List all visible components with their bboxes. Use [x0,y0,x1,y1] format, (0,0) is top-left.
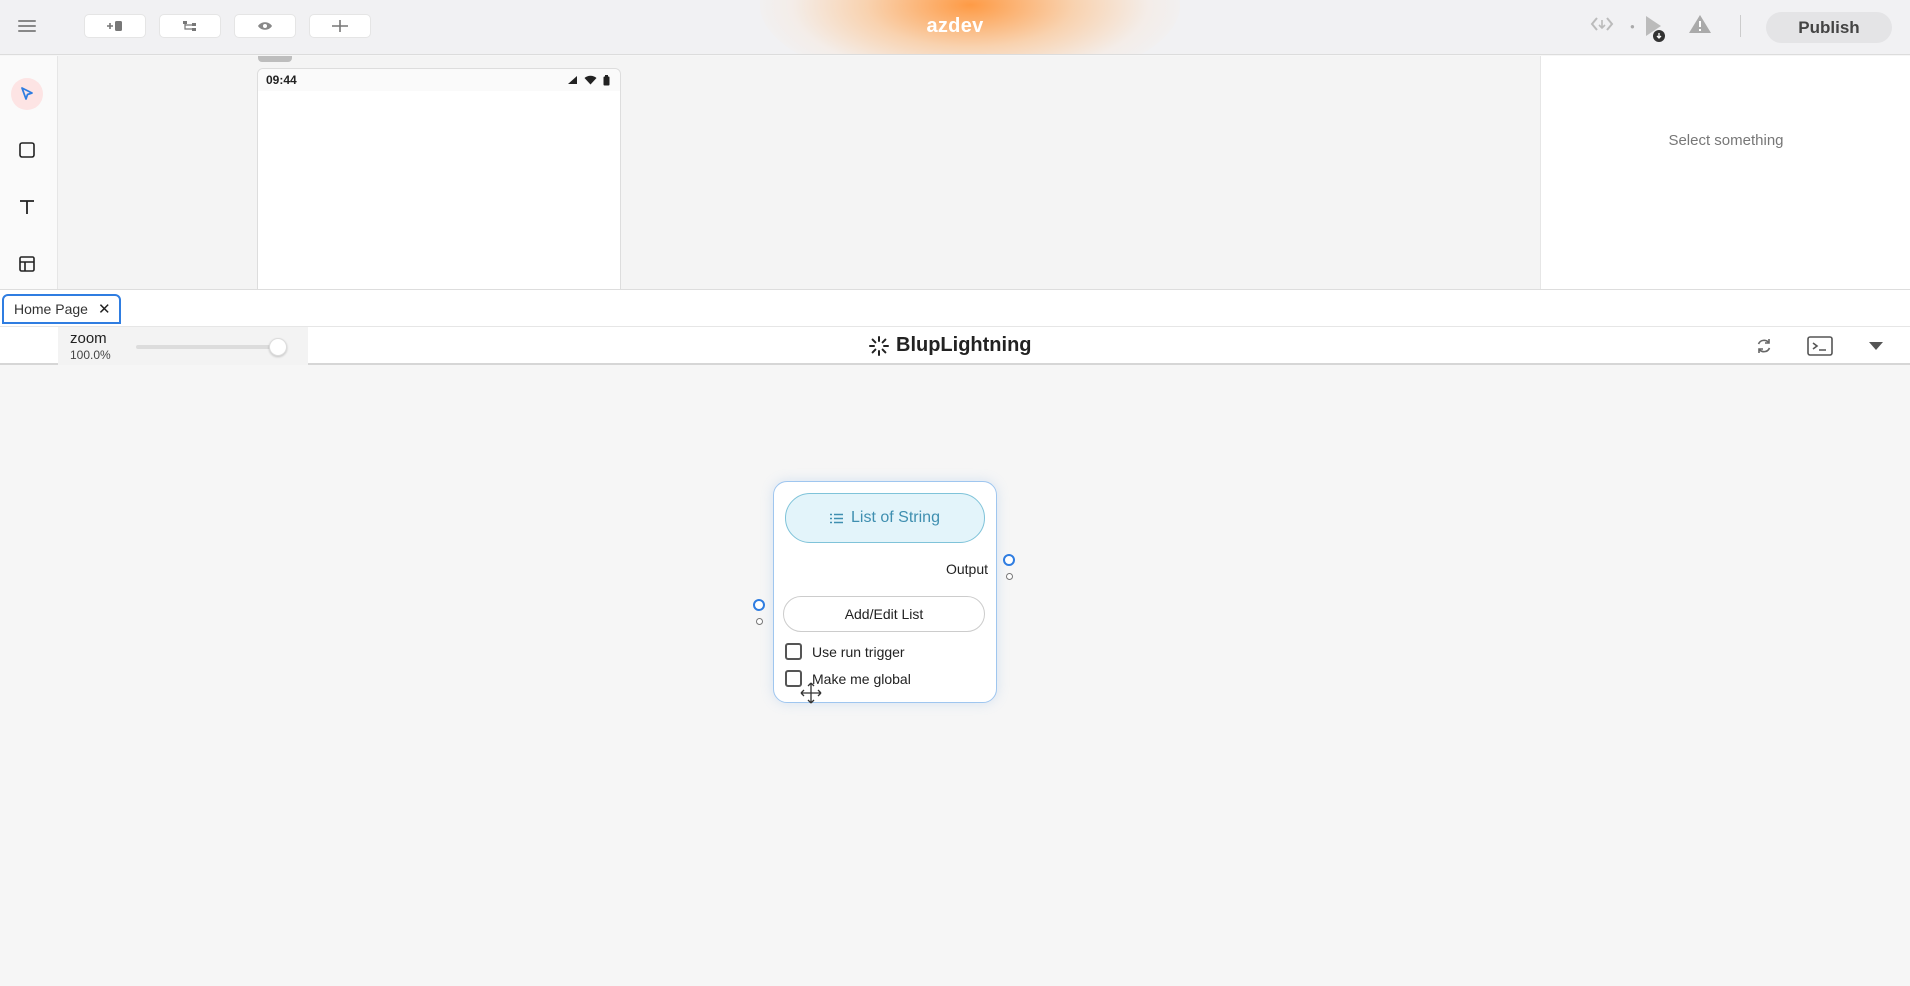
add-page-icon [107,21,122,31]
top-bar: azdev ● Publish [0,0,1910,55]
node-title[interactable]: List of String [785,493,985,543]
blup-lightning-brand: BlupLightning [868,334,1032,357]
tree-button[interactable] [159,14,221,38]
move-cursor-icon [800,682,822,709]
zoom-control: zoom 100.0% [58,327,308,365]
input-trigger-port[interactable] [756,618,763,625]
list-of-string-node[interactable]: List of String Output Add/Edit List Use … [773,481,997,703]
text-tool[interactable] [11,191,43,223]
pointer-icon [21,87,33,100]
layout-icon [19,256,35,272]
node-title-text: List of String [851,509,940,526]
checkbox-label: Use run trigger [812,643,905,660]
chevron-down-icon [1869,342,1883,350]
connector-icon [332,20,348,32]
phone-frame-handle[interactable] [258,56,292,62]
close-icon[interactable]: ✕ [98,300,111,318]
code-icon[interactable] [1590,14,1614,39]
publish-button[interactable]: Publish [1766,12,1892,43]
add-page-button[interactable] [84,14,146,38]
layout-tool[interactable] [11,248,43,280]
list-icon [830,513,844,523]
lightning-spark-icon [869,335,889,356]
use-run-trigger-checkbox-row[interactable]: Use run trigger [785,643,905,660]
text-icon [20,200,34,214]
refresh-button[interactable] [1752,336,1776,356]
zoom-label: zoom [70,330,107,347]
play-icon [1646,16,1665,42]
run-button[interactable] [1642,14,1668,49]
add-edit-list-button[interactable]: Add/Edit List [783,596,985,632]
zoom-slider-thumb[interactable] [269,338,287,356]
warning-icon[interactable] [1688,14,1712,39]
tab-home-page[interactable]: Home Page ✕ [2,294,121,324]
divider [1740,15,1741,37]
tab-label: Home Page [14,301,88,317]
input-port[interactable] [753,599,765,611]
phone-frame[interactable]: 09:44 [257,68,621,289]
wifi-icon [584,75,597,85]
terminal-icon [1807,336,1833,356]
battery-icon [603,74,610,85]
logic-canvas[interactable]: List of String Output Add/Edit List Use … [0,367,1910,986]
output-port[interactable] [1003,554,1015,566]
zoom-value: 100.0% [70,348,111,362]
left-tool-rail [0,56,58,289]
logic-toolbar: zoom 100.0% BlupLightning [0,327,1910,365]
phone-time: 09:44 [266,73,297,87]
collapse-button[interactable] [1864,336,1888,356]
eye-icon [258,22,272,30]
preview-button[interactable] [234,14,296,38]
output-trigger-port[interactable] [1006,573,1013,580]
design-canvas[interactable]: 09:44 [58,56,1540,289]
properties-panel: Select something [1540,56,1910,289]
menu-icon[interactable] [18,17,36,35]
console-button[interactable] [1806,336,1834,356]
output-label: Output [945,561,988,577]
signal-icon [568,76,577,84]
pointer-tool[interactable] [11,78,43,110]
app-brand: azdev [926,15,984,37]
dot-icon: ● [1630,22,1635,31]
rectangle-tool[interactable] [11,134,43,166]
use-run-trigger-checkbox[interactable] [785,643,802,660]
connector-button[interactable] [309,14,371,38]
empty-selection-message: Select something [1668,132,1784,149]
phone-status-bar: 09:44 [258,69,620,91]
brand-text: BlupLightning [896,334,1032,356]
rectangle-icon [19,142,35,158]
page-tab-strip: Home Page ✕ [0,289,1910,327]
refresh-icon [1757,339,1771,353]
tree-icon [183,21,196,31]
zoom-slider-track[interactable] [136,345,286,349]
checkbox-label: Make me global [812,670,911,687]
